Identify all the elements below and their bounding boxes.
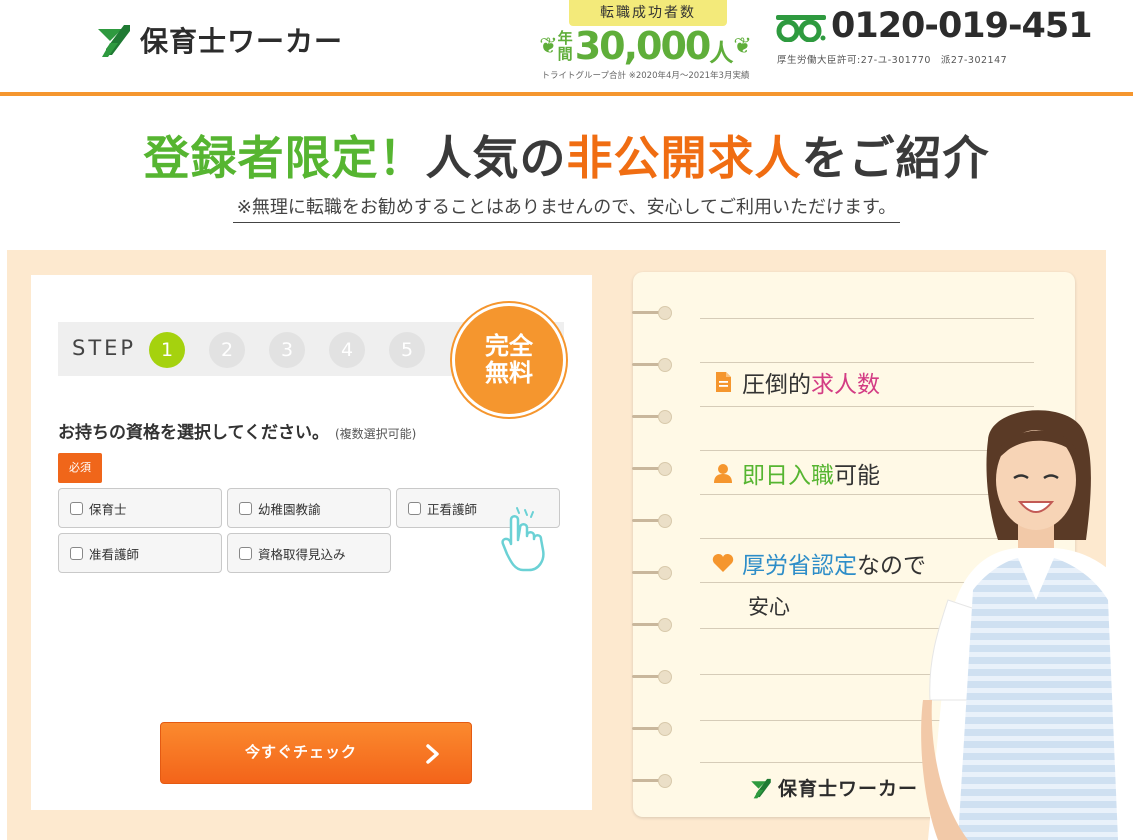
phone-number[interactable]: 0120-019-451 [831,6,1093,46]
feature-2-text: 可能 [834,463,880,489]
option-checkbox[interactable] [70,501,83,515]
option-label: 資格取得見込み [258,546,346,562]
feature-1-highlight: 求人数 [811,372,880,398]
notebook-logo: 保育士ワーカー [750,774,918,801]
notebook-ring [632,720,674,736]
required-badge: 必須 [58,453,102,483]
feature-certified: 厚労省認定 なので [712,546,926,580]
free-badge: 完全無料 [452,303,566,417]
page-headline: 登録者限定！人気の非公開求人をご紹介 [0,122,1133,188]
step-3: 3 [269,332,305,368]
header-divider [0,92,1133,96]
headline-part4: をご紹介 [801,131,990,185]
person-icon [714,464,732,483]
feature-3-highlight: 厚労省認定 [742,553,857,579]
notebook-rule [700,318,1034,319]
achievement-ribbon: 転職成功者数 [569,0,727,26]
feature-3-line2: 安心 [748,595,790,619]
notebook-ring [632,304,674,320]
notebook-ring [632,512,674,528]
achievement-unit: 人 [709,38,734,67]
heart-icon [712,554,734,572]
staff-photo [921,410,1133,840]
option-label: 保育士 [89,501,127,517]
option-hoikushi[interactable]: 保育士 [58,488,222,528]
step-5: 5 [389,332,425,368]
option-junkangoshi[interactable]: 准看護師 [58,533,222,573]
feature-same-day: 即日入職 可能 [712,456,880,490]
option-shikaku-mikomi[interactable]: 資格取得見込み [227,533,391,573]
option-label: 准看護師 [89,546,140,562]
site-logo[interactable]: 保育士ワーカー [96,20,343,60]
license-text: 厚生労働大臣許可:27-ユ-301770 派27-302147 [777,55,1008,66]
chevron-right-icon [426,744,439,764]
check-now-button[interactable]: 今すぐチェック [160,722,472,784]
feature-2-highlight: 即日入職 [742,463,834,489]
step-4: 4 [329,332,365,368]
logo-text: 保育士ワーカー [140,25,344,58]
document-icon [716,372,731,392]
achievement-badge: 転職成功者数 ❦ 年間 30,000 人 ❦ トライトグループ合計 ※2020年… [533,0,758,88]
cta-label: 今すぐチェック [244,744,357,761]
headline-subline: ※無理に転職をお勧めすることはありませんので、安心してご利用いただけます。 [232,193,901,223]
subline-wrap: ※無理に転職をお勧めすることはありませんので、安心してご利用いただけます。 [0,193,1133,223]
headline-part2: 人気の [425,131,567,185]
achievement-main: ❦ 年間 30,000 人 ❦ [539,24,752,68]
step-2: 2 [209,332,245,368]
notebook-ring [632,668,674,684]
option-label: 幼稚園教諭 [258,501,321,517]
laurel-right-icon: ❦ [733,33,752,59]
question-label: お持ちの資格を選択してください。 (複数選択可能) [58,418,416,443]
notebook-logo-text: 保育士ワーカー [778,778,919,800]
logo-mark-icon [751,778,771,798]
option-checkbox[interactable] [408,501,421,515]
option-label: 正看護師 [427,501,478,517]
option-yochien-kyoyu[interactable]: 幼稚園教諭 [227,488,391,528]
feature-1-text: 圧倒的 [742,372,811,398]
question-sub: (複数選択可能) [334,427,417,441]
freedial-icon [776,15,826,42]
notebook-ring [632,772,674,788]
option-checkbox[interactable] [70,546,83,560]
feature-3-text: なので [857,553,926,579]
achievement-year: 年間 [557,29,573,63]
notebook-ring [632,460,674,476]
question-text: お持ちの資格を選択してください。 [58,423,329,443]
phone-block[interactable]: 0120-019-451 厚生労働大臣許可:27-ユ-301770 派27-30… [773,6,1093,86]
pointing-hand-icon [501,507,545,572]
option-checkbox[interactable] [239,501,252,515]
step-1: 1 [149,332,185,368]
option-checkbox[interactable] [239,546,252,560]
headline-part1: 登録者限定！ [143,131,426,185]
notebook-ring [632,408,674,424]
laurel-left-icon: ❦ [539,33,558,59]
notebook-ring [632,616,674,632]
headline-part3: 非公開求人 [566,131,802,185]
achievement-note: トライトグループ合計 ※2020年4月～2021年3月実績 [541,71,750,81]
free-badge-text: 完全無料 [485,332,533,387]
logo-mark-icon [98,25,130,57]
notebook-ring [632,564,674,580]
step-label: STEP [72,336,137,360]
notebook-ring [632,356,674,372]
achievement-number: 30,000 [574,24,712,68]
notebook-rule [700,362,1034,363]
feature-job-count: 圧倒的 求人数 [712,365,880,399]
